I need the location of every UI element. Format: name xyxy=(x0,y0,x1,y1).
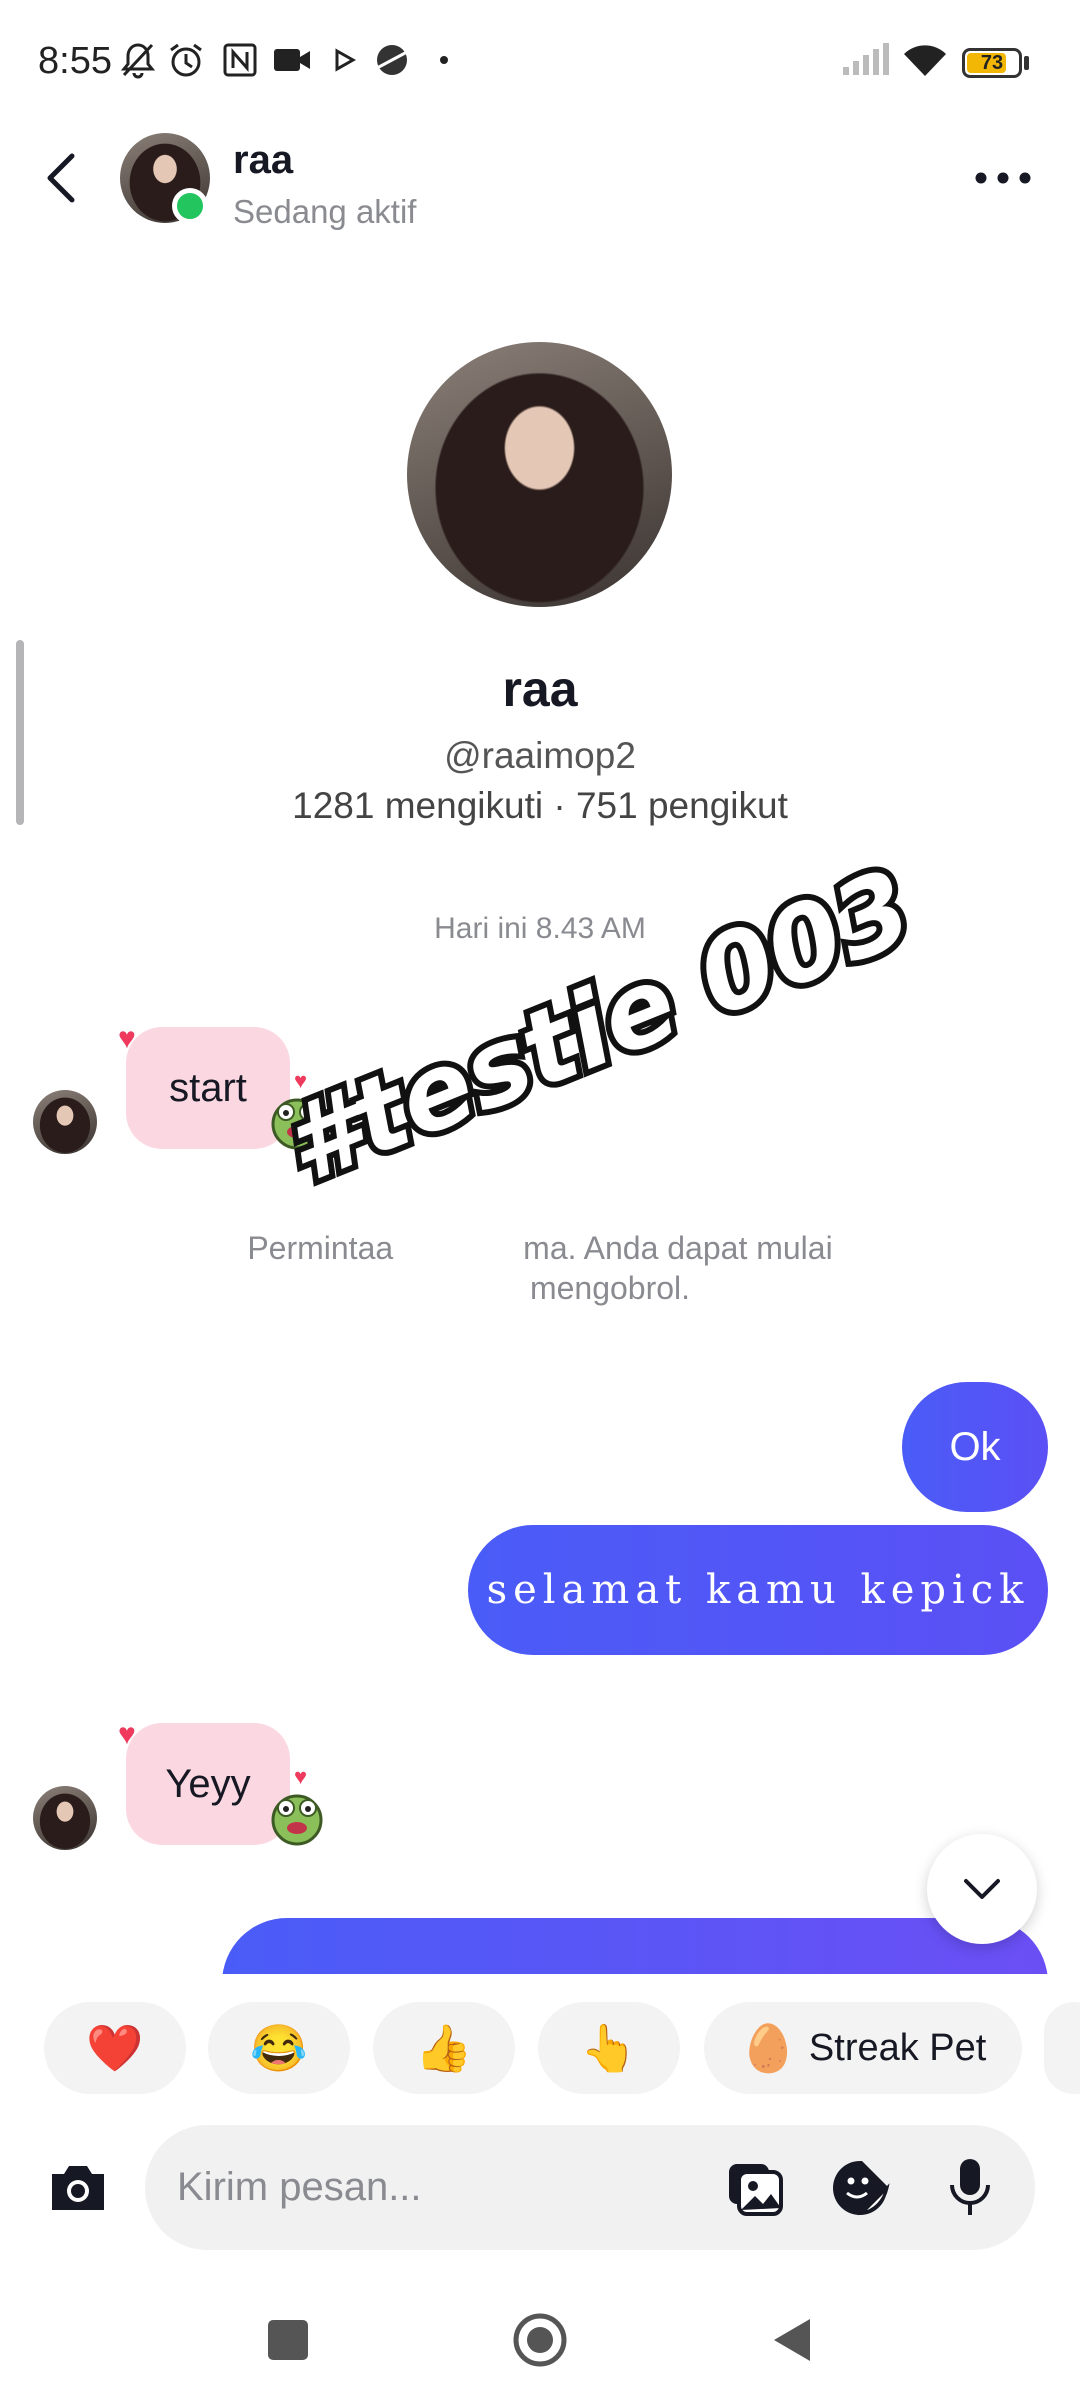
profile-avatar[interactable] xyxy=(407,342,672,607)
chevron-down-icon xyxy=(964,1879,1000,1899)
alarm-icon xyxy=(166,40,206,80)
message-composer xyxy=(145,2125,1035,2250)
sender-avatar[interactable] xyxy=(33,1786,97,1850)
mute-bell-icon xyxy=(118,40,158,80)
quick-reaction-more[interactable] xyxy=(1044,2002,1080,2094)
profile-name: raa xyxy=(502,661,578,717)
microphone-icon xyxy=(950,2159,990,2215)
message-text: Ok xyxy=(949,1424,1001,1469)
quick-reactions-bar: ❤️ 😂 👍 👆 🥚 Streak Pet xyxy=(0,2002,1080,2098)
notice-line1-left: Permintaa xyxy=(247,1230,394,1266)
camera-button[interactable] xyxy=(40,2152,116,2224)
voice-message-button[interactable] xyxy=(935,2153,1005,2223)
sticker-face-icon xyxy=(833,2161,890,2216)
more-options-button[interactable] xyxy=(968,150,1038,206)
egg-emoji-icon: 🥚 xyxy=(739,2021,797,2074)
message-text: selamat kamu kepick xyxy=(486,1567,1030,1613)
streak-pet-button[interactable]: 🥚 Streak Pet xyxy=(704,2002,1022,2094)
online-indicator xyxy=(172,188,208,224)
home-circle-icon xyxy=(513,2313,567,2367)
nfc-icon xyxy=(220,40,260,80)
video-camera-icon xyxy=(270,40,314,80)
status-bar: 8:55 73 xyxy=(0,0,1080,120)
chat-notice: Permintaa ma. Anda dapat mulai mengobrol. xyxy=(140,1228,940,1308)
notice-line1-right: ma. Anda dapat mulai xyxy=(523,1230,833,1266)
wifi-icon xyxy=(900,40,950,80)
planet-icon xyxy=(372,40,412,80)
gallery-icon xyxy=(729,2164,783,2216)
watermark-text: #testie 003 xyxy=(261,840,934,1214)
home-button[interactable] xyxy=(512,2312,568,2368)
streak-pet-label: Streak Pet xyxy=(808,2026,987,2069)
header-status: Sedang aktif xyxy=(233,193,417,230)
frog-sticker-icon xyxy=(271,1794,323,1846)
message-input[interactable] xyxy=(177,2125,697,2250)
signal-icon xyxy=(840,40,890,80)
status-time: 8:55 xyxy=(38,40,112,82)
sender-avatar[interactable] xyxy=(33,1090,97,1154)
play-icon xyxy=(330,40,360,80)
thumbs-up-emoji-icon: 👍 xyxy=(415,2021,473,2074)
back-button[interactable] xyxy=(34,150,90,206)
dot-icon xyxy=(434,40,454,80)
recent-apps-button[interactable] xyxy=(268,2320,308,2360)
message-text: Yeyy xyxy=(165,1761,251,1806)
laughing-emoji-icon: 😂 xyxy=(250,2021,308,2074)
message-bubble-outgoing[interactable]: Ok xyxy=(902,1382,1048,1512)
small-heart-icon: ♥ xyxy=(294,1764,308,1789)
quick-reaction-laugh[interactable]: 😂 xyxy=(208,2002,350,2094)
battery-icon: 73 xyxy=(962,48,1022,78)
profile-handle: @raaimop2 xyxy=(444,735,636,776)
battery-cap xyxy=(1024,56,1029,70)
profile-stats: 1281 mengikuti · 751 pengikut xyxy=(292,785,788,826)
heart-reaction-icon: ♥ xyxy=(118,1022,136,1055)
back-arrow-icon xyxy=(47,153,75,203)
system-nav-bar xyxy=(0,2265,1080,2400)
notice-line2: mengobrol. xyxy=(529,1270,691,1306)
heart-reaction-icon: ♥ xyxy=(118,1718,136,1751)
quick-reaction-thumbs-up[interactable]: 👍 xyxy=(373,2002,515,2094)
gallery-button[interactable] xyxy=(720,2153,790,2223)
back-triangle-icon xyxy=(774,2319,810,2361)
sticker-button[interactable] xyxy=(825,2153,895,2223)
message-text: start xyxy=(169,1065,247,1110)
battery-percent: 73 xyxy=(980,52,1004,74)
pointing-hand-emoji-icon: 👆 xyxy=(580,2021,638,2074)
message-bubble-outgoing[interactable]: selamat kamu kepick xyxy=(468,1525,1048,1655)
quick-reaction-point-up[interactable]: 👆 xyxy=(538,2002,680,2094)
heart-emoji-icon: ❤️ xyxy=(86,2021,144,2074)
back-nav-button[interactable] xyxy=(770,2315,814,2365)
quick-reaction-heart[interactable]: ❤️ xyxy=(44,2002,186,2094)
camera-icon xyxy=(52,2166,104,2210)
message-bubble-outgoing-partial[interactable] xyxy=(222,1918,1048,1974)
more-dots-icon xyxy=(975,172,1031,184)
header-name[interactable]: raa xyxy=(233,138,293,183)
scroll-to-bottom-button[interactable] xyxy=(927,1834,1037,1944)
